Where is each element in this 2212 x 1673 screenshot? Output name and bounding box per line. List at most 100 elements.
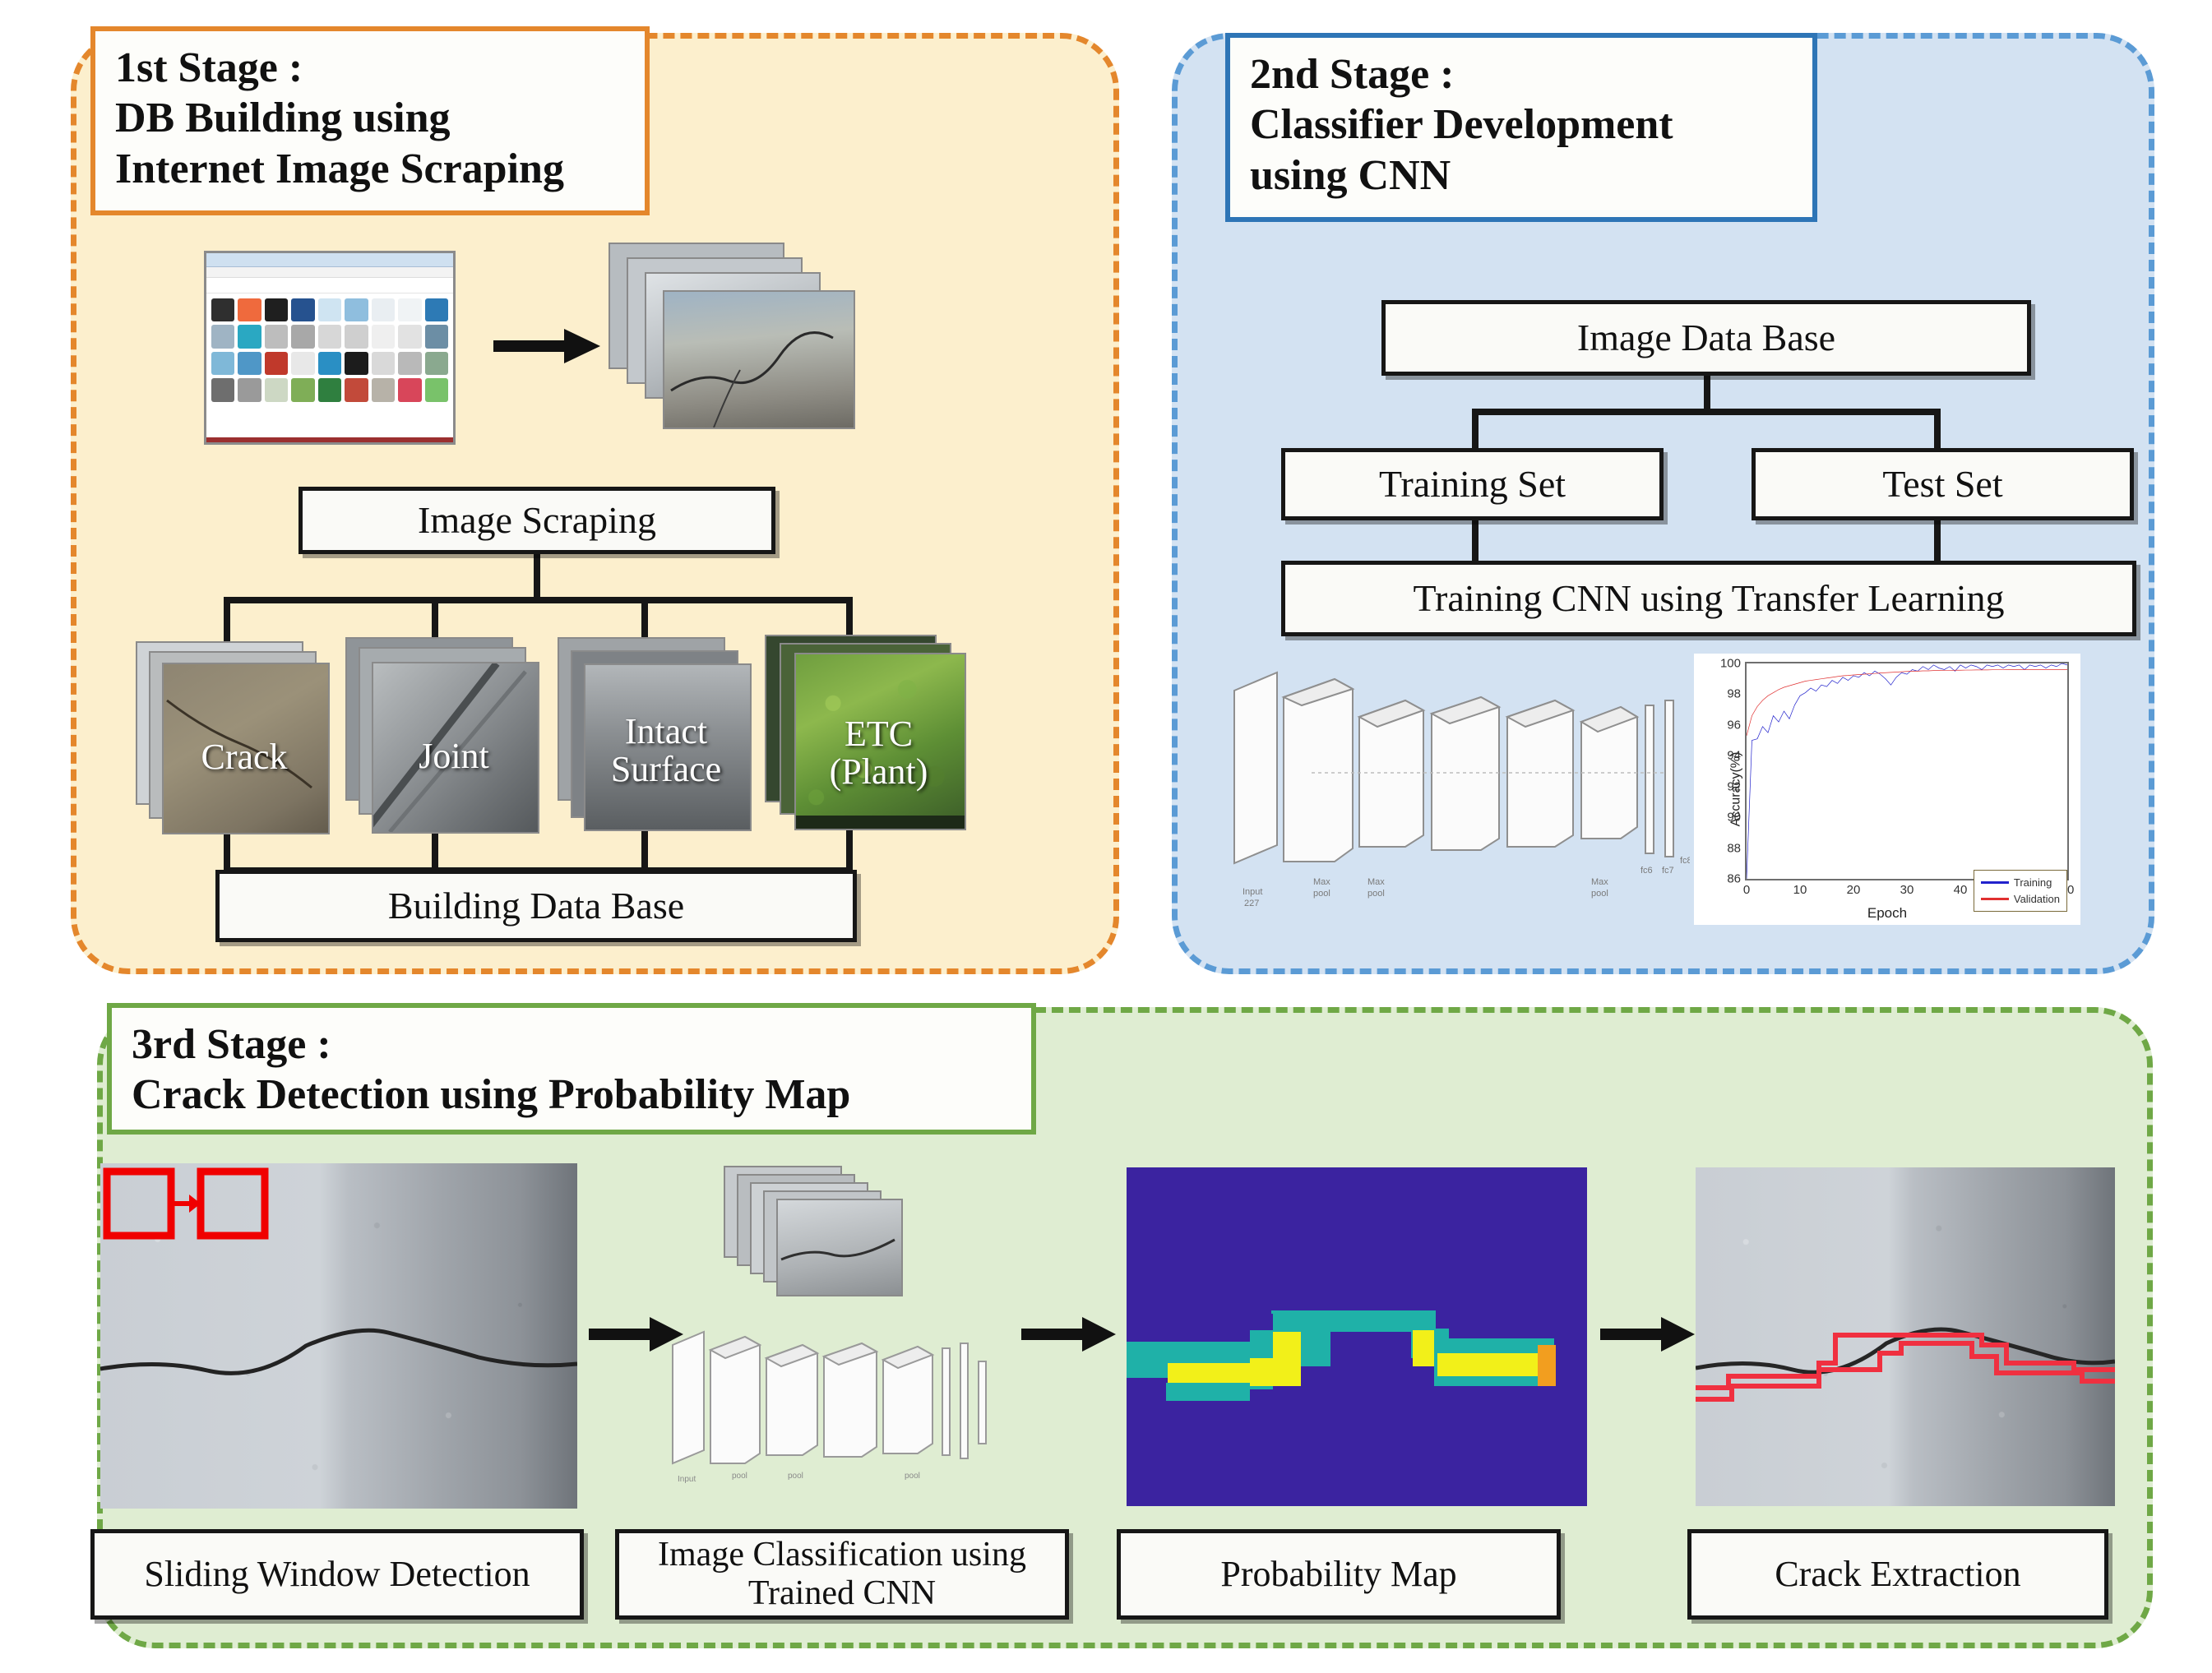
step-label-image-classification-line2: Trained CNN (747, 1574, 937, 1612)
svg-text:227: 227 (1244, 899, 1259, 908)
svg-text:fc6: fc6 (1640, 866, 1653, 876)
category-stack-joint: Joint (345, 637, 576, 839)
training-cnn-label: Training CNN using Transfer Learning (1413, 577, 2005, 620)
image-scraping-label: Image Scraping (418, 499, 656, 542)
step-label-image-classification-line1: Image Classification using (658, 1535, 1026, 1574)
stage-2-title-line1: 2nd Stage : (1250, 51, 1455, 98)
step-label-sliding-window: Sliding Window Detection (90, 1529, 584, 1620)
legend-swatch-validation (1980, 897, 2009, 900)
chart-y-tick: 92 (1727, 779, 1741, 794)
browser-window-icon (204, 251, 456, 445)
category-stack-etc-plant: ETC (Plant) (765, 635, 1011, 839)
stage-2-title-line2: Classifier Development (1250, 101, 1673, 149)
cnn-architecture-icon: Input 227 Max pool Max pool Max pool fc6… (1229, 658, 1692, 929)
image-scraping-box: Image Scraping (298, 487, 775, 554)
svg-text:fc7: fc7 (1662, 866, 1674, 876)
svg-text:Max: Max (1313, 877, 1330, 887)
connector-to-training-set (1472, 409, 1479, 451)
chart-plot-area: 100 98 96 94 92 90 88 86 0 10 20 30 40 5… (1720, 657, 2074, 898)
svg-text:Max: Max (1591, 877, 1608, 887)
training-set-box: Training Set (1281, 448, 1664, 520)
right-arrow-icon (493, 327, 600, 365)
chart-y-tick: 94 (1727, 748, 1741, 763)
chart-series-validation (1747, 669, 2067, 735)
stage-1-title-line1: 1st Stage : (115, 44, 303, 91)
connector-horizontal (224, 597, 853, 603)
connector-branch-1 (224, 597, 230, 645)
stage-1-title-line2: DB Building using (115, 95, 451, 142)
svg-text:Input: Input (678, 1475, 696, 1484)
cnn-architecture-icon: Input pool pool pool (668, 1315, 1013, 1504)
connector-training-set-down (1472, 520, 1479, 563)
photo-stack-icon (609, 243, 855, 440)
legend-label-training: Training (2013, 876, 2052, 889)
sliding-window-icon (100, 1163, 577, 1509)
chart-y-tick: 100 (1719, 656, 1741, 671)
building-database-label: Building Data Base (387, 885, 685, 927)
svg-text:Max: Max (1367, 877, 1385, 887)
chart-x-tick: 40 (1953, 883, 1968, 897)
connector-test-set-down (1934, 520, 1941, 563)
chart-x-tick: 10 (1793, 883, 1807, 897)
image-database-label: Image Data Base (1576, 317, 1836, 359)
step-label-crack-extraction-text: Crack Extraction (1775, 1554, 2021, 1595)
svg-text:pool: pool (1591, 889, 1608, 899)
stage-1-title: 1st Stage : DB Building using Internet I… (90, 26, 650, 215)
step-label-crack-extraction: Crack Extraction (1687, 1529, 2108, 1620)
accuracy-chart: Accuracy(%) 100 98 96 94 92 90 88 86 0 1… (1694, 654, 2080, 925)
patch-stack-icon (724, 1166, 937, 1314)
step-label-probability-map-text: Probability Map (1220, 1554, 1457, 1595)
building-database-box: Building Data Base (215, 870, 857, 942)
connector-trunk-down (534, 554, 540, 600)
svg-text:pool: pool (788, 1472, 803, 1481)
chart-y-tick: 88 (1727, 841, 1741, 856)
training-cnn-box: Training CNN using Transfer Learning (1281, 561, 2136, 636)
connector-to-test-set (1934, 409, 1941, 451)
svg-text:fc8: fc8 (1680, 856, 1690, 866)
chart-y-tick: 86 (1727, 871, 1741, 886)
chart-y-tick: 90 (1727, 810, 1741, 825)
connector-db-horizontal (1472, 409, 1941, 415)
step-label-probability-map: Probability Map (1117, 1529, 1561, 1620)
image-results-grid (206, 293, 453, 407)
right-arrow-icon (1600, 1315, 1695, 1353)
stage-3-title: 3rd Stage : Crack Detection using Probab… (107, 1003, 1036, 1135)
crack-extraction-icon (1696, 1167, 2115, 1506)
category-stack-intact-surface: Intact Surface (558, 637, 796, 839)
probability-map-icon (1127, 1167, 1587, 1506)
svg-text:pool: pool (905, 1472, 920, 1481)
chart-y-tick: 96 (1727, 718, 1741, 733)
step-label-image-classification: Image Classification using Trained CNN (615, 1529, 1069, 1620)
svg-text:pool: pool (1313, 889, 1330, 899)
browser-searchbar (206, 278, 453, 293)
test-set-box: Test Set (1752, 448, 2134, 520)
svg-text:pool: pool (732, 1472, 747, 1481)
legend-entry-training: Training (1980, 875, 2060, 891)
svg-text:pool: pool (1367, 889, 1385, 899)
right-arrow-icon (1021, 1315, 1116, 1353)
browser-footer (206, 437, 453, 442)
test-set-label: Test Set (1882, 463, 2003, 506)
chart-x-tick: 30 (1900, 883, 1914, 897)
stage-1-title-line3: Internet Image Scraping (115, 145, 564, 192)
chart-y-tick: 98 (1727, 686, 1741, 701)
stage-2-title-line3: using CNN (1250, 151, 1451, 199)
stage-2-title: 2nd Stage : Classifier Development using… (1225, 33, 1817, 222)
chart-x-tick: 20 (1846, 883, 1861, 897)
image-database-box: Image Data Base (1381, 300, 2031, 376)
stage-3-title-line2: Crack Detection using Probability Map (132, 1071, 851, 1119)
chart-series-training (1747, 663, 2067, 879)
svg-text:Input: Input (1243, 887, 1262, 897)
step-label-sliding-window-text: Sliding Window Detection (144, 1554, 530, 1595)
chart-series-svg (1747, 663, 2067, 879)
legend-swatch-training (1980, 881, 2009, 885)
training-set-label: Training Set (1378, 463, 1566, 506)
right-arrow-icon (589, 1315, 683, 1353)
chart-legend: Training Validation (1973, 870, 2067, 912)
legend-entry-validation: Validation (1980, 891, 2060, 908)
browser-titlebar (206, 253, 453, 267)
stage-3-title-line1: 3rd Stage : (132, 1021, 331, 1068)
browser-toolbar (206, 267, 453, 278)
category-stack-crack: Crack (136, 641, 366, 839)
chart-x-tick: 0 (1742, 883, 1751, 897)
